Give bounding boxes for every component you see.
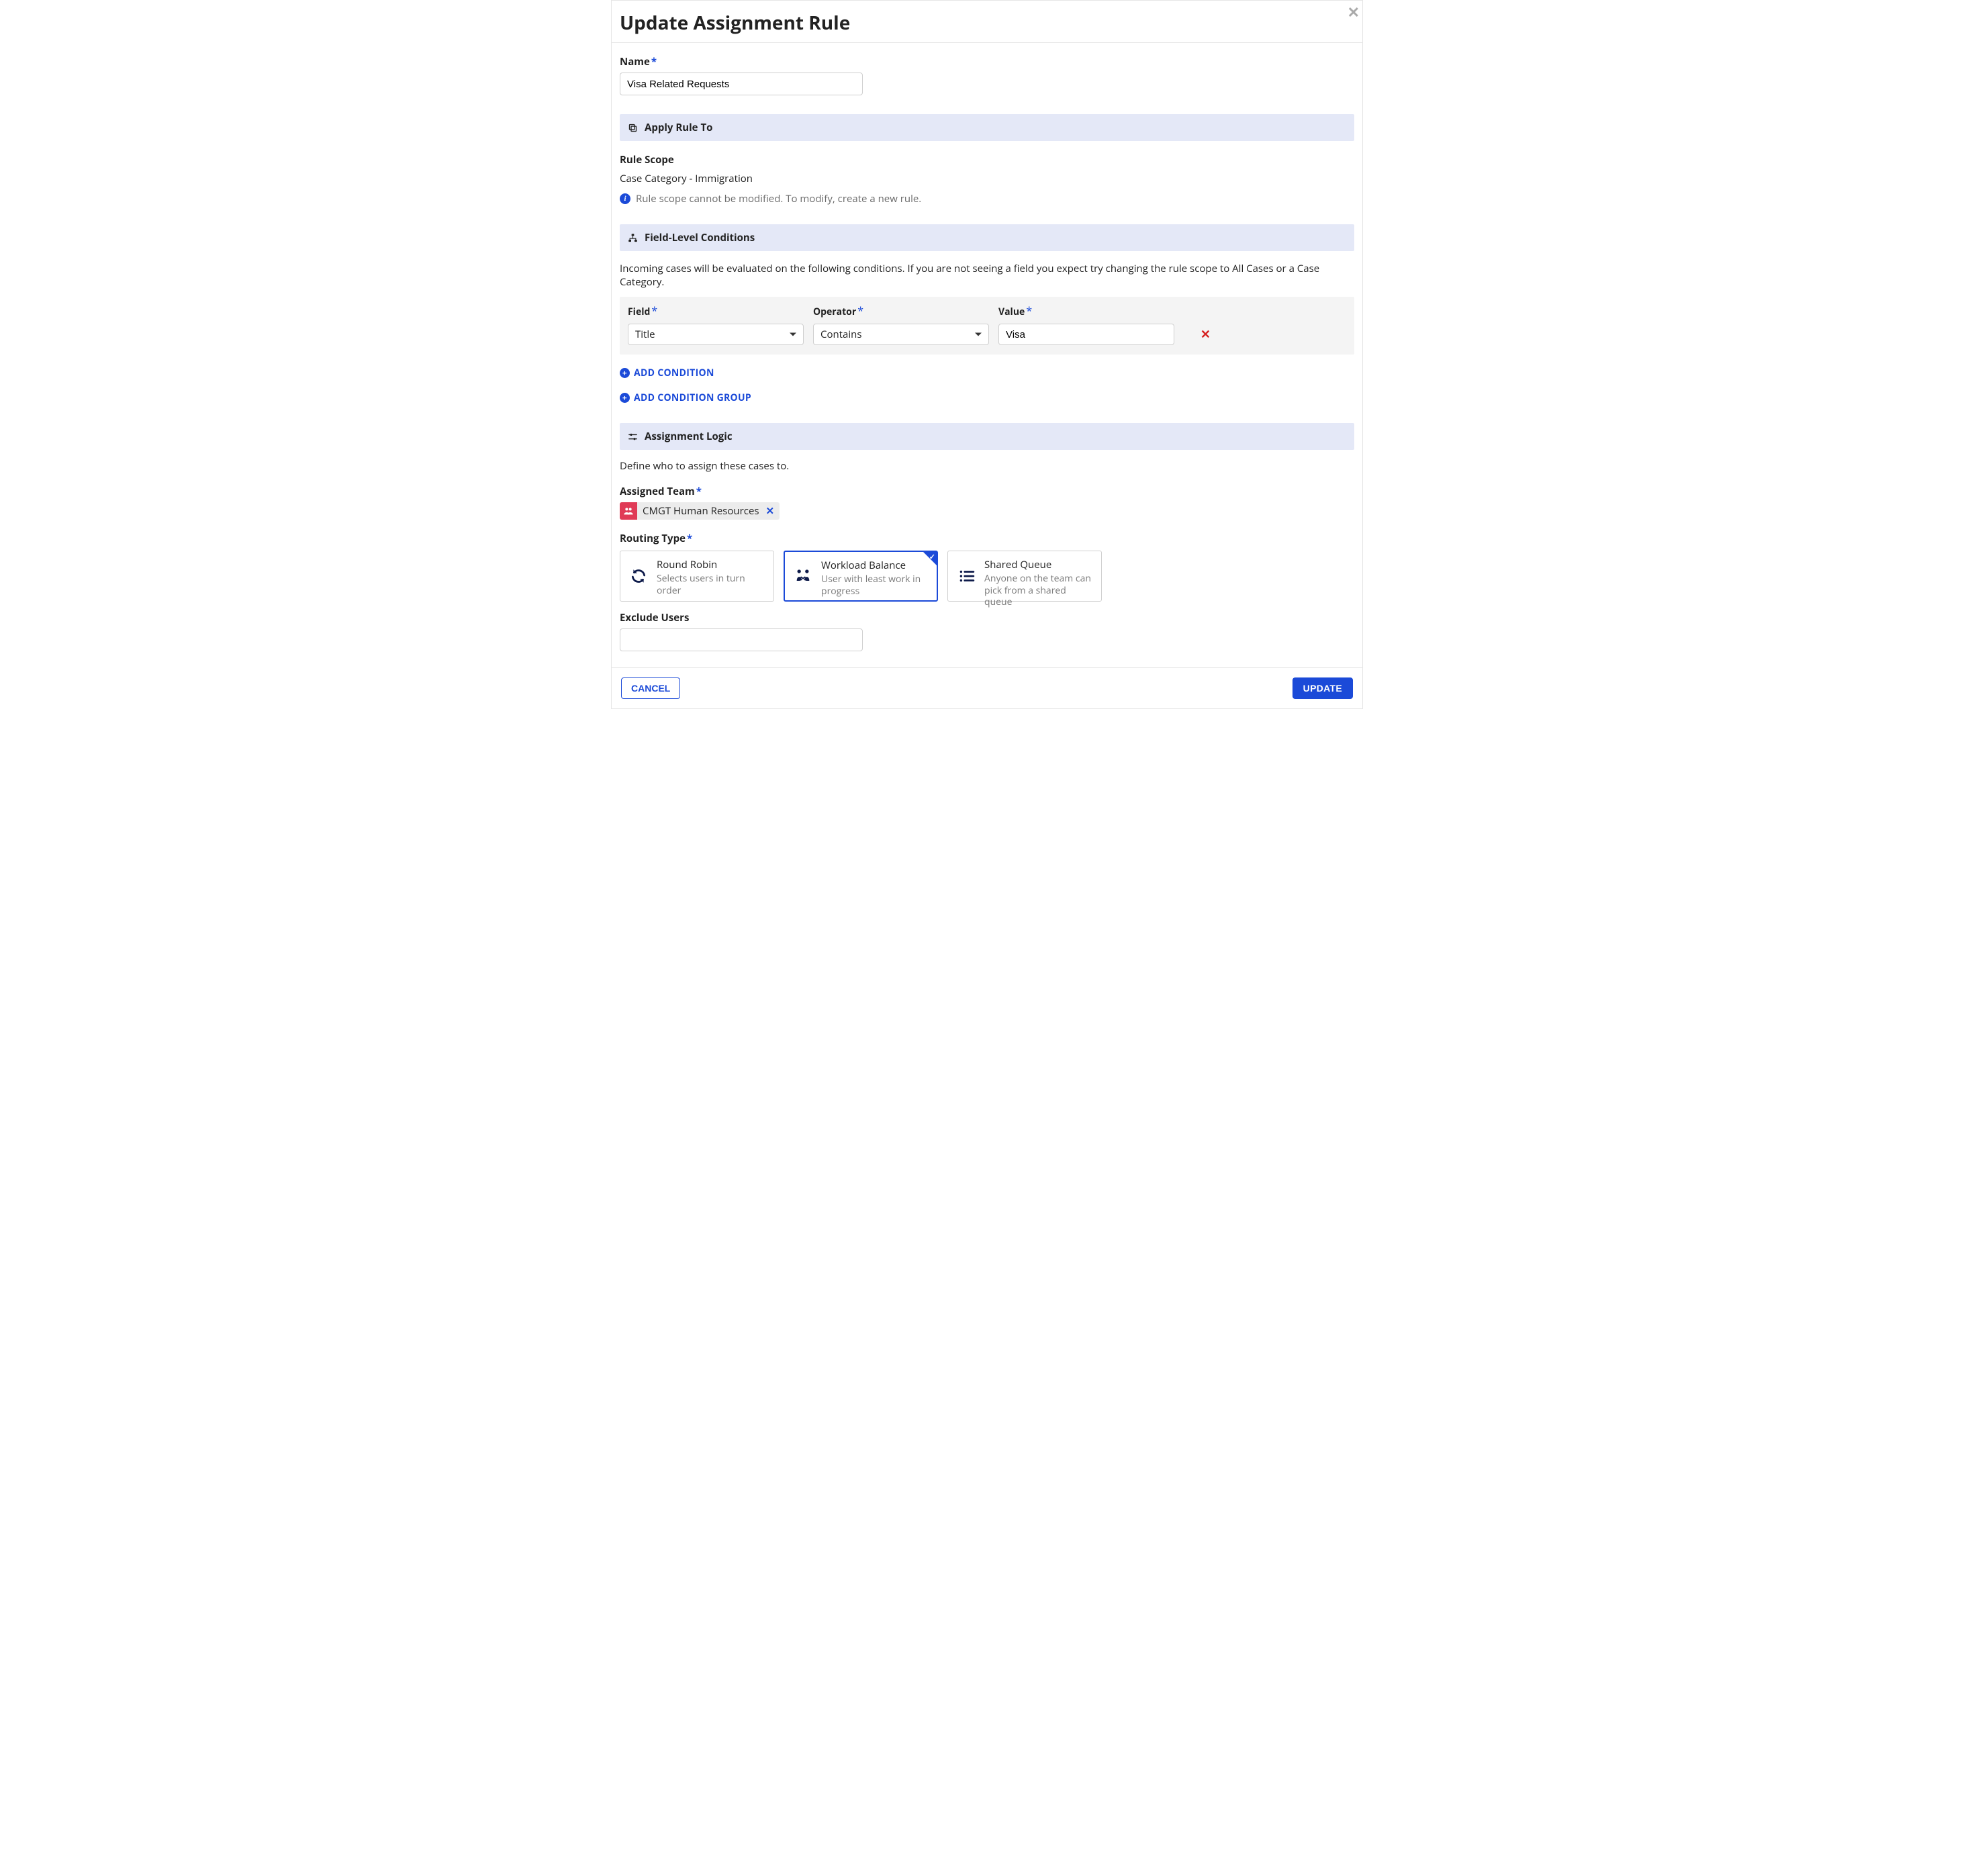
workload-balance-icon [793,566,813,586]
condition-row: Title Contains ✕ [628,324,1346,345]
routing-option-desc: Selects users in turn order [657,573,765,596]
col-field-label: Field [628,306,650,318]
col-value-label: Value [998,306,1025,318]
required-mark: * [857,303,863,318]
routing-option-round-robin[interactable]: Round Robin Selects users in turn order [620,551,774,602]
plus-circle-icon: + [620,368,630,378]
info-icon: i [620,193,630,204]
routing-option-desc: User with least work in progress [821,573,929,597]
routing-option-title: Round Robin [657,558,765,571]
condition-field-value: Title [635,328,655,341]
hierarchy-icon [628,233,638,243]
check-icon: ✓ [929,552,935,562]
apply-rule-section-title: Apply Rule To [645,121,712,134]
condition-field-select[interactable]: Title [628,324,804,345]
assigned-team-label-row: Assigned Team* [620,485,1354,498]
update-assignment-rule-modal: ✕ Update Assignment Rule Name* Apply Rul… [611,0,1363,709]
required-mark: * [651,303,657,318]
conditions-table: Field* Operator* Value* Title [620,297,1354,355]
name-label-row: Name* [620,55,1354,68]
rule-scope-info: i Rule scope cannot be modified. To modi… [620,192,1354,205]
team-icon [620,502,637,520]
round-robin-icon [628,566,649,586]
routing-option-title: Shared Queue [984,558,1093,571]
add-condition-group-label: ADD CONDITION GROUP [634,391,751,404]
update-button[interactable]: UPDATE [1292,677,1353,699]
routing-type-label-row: Routing Type* [620,532,1354,545]
condition-value-input[interactable] [998,324,1174,345]
required-mark: * [651,55,657,68]
required-mark: * [687,532,692,545]
apply-rule-section-header: Apply Rule To [620,114,1354,141]
rule-scope-info-text: Rule scope cannot be modified. To modify… [636,192,921,205]
modal-header: Update Assignment Rule [612,1,1362,42]
condition-operator-value: Contains [820,328,862,341]
remove-team-icon[interactable]: ✕ [765,504,780,518]
copy-icon [628,123,638,133]
sliders-icon [628,432,638,442]
routing-option-workload-balance[interactable]: ✓ Workload Balance User with least work … [784,551,938,602]
close-icon[interactable]: ✕ [1348,2,1360,22]
condition-operator-select[interactable]: Contains [813,324,989,345]
modal-title: Update Assignment Rule [620,10,1354,36]
assigned-team-label: Assigned Team [620,485,695,498]
name-input[interactable] [620,73,863,95]
required-mark: * [1026,303,1032,318]
exclude-users-input[interactable] [620,628,863,651]
delete-condition-icon[interactable]: ✕ [1201,326,1211,342]
assignment-logic-section-header: Assignment Logic [620,423,1354,450]
chevron-down-icon [975,333,982,336]
cancel-button[interactable]: CANCEL [621,677,680,699]
col-operator-label: Operator [813,306,856,318]
add-condition-group-button[interactable]: + ADD CONDITION GROUP [620,391,1354,404]
add-condition-button[interactable]: + ADD CONDITION [620,367,1354,379]
modal-footer: CANCEL UPDATE [612,667,1362,708]
routing-option-desc: Anyone on the team can pick from a share… [984,573,1093,608]
rule-scope-value: Case Category - Immigration [620,172,1354,185]
routing-options: Round Robin Selects users in turn order … [620,551,1354,602]
assigned-team-name: CMGT Human Resources [637,502,765,520]
field-conditions-section-title: Field-Level Conditions [645,231,755,244]
modal-body: Name* Apply Rule To Rule Scope Case Cate… [612,43,1362,667]
shared-queue-icon [956,566,976,586]
rule-scope-label: Rule Scope [620,153,1354,167]
routing-option-shared-queue[interactable]: Shared Queue Anyone on the team can pick… [947,551,1102,602]
field-conditions-section-header: Field-Level Conditions [620,224,1354,251]
chevron-down-icon [790,333,796,336]
routing-option-title: Workload Balance [821,559,929,572]
assignment-intro: Define who to assign these cases to. [620,459,1354,473]
assigned-team-chip: CMGT Human Resources ✕ [620,502,780,520]
field-conditions-hint: Incoming cases will be evaluated on the … [620,262,1354,289]
add-condition-label: ADD CONDITION [634,367,714,379]
assignment-logic-section-title: Assignment Logic [645,430,733,443]
plus-circle-icon: + [620,393,630,403]
exclude-users-label: Exclude Users [620,611,1354,624]
routing-type-label: Routing Type [620,532,686,545]
name-label: Name [620,55,650,68]
required-mark: * [696,485,702,498]
conditions-header-row: Field* Operator* Value* [628,303,1346,318]
